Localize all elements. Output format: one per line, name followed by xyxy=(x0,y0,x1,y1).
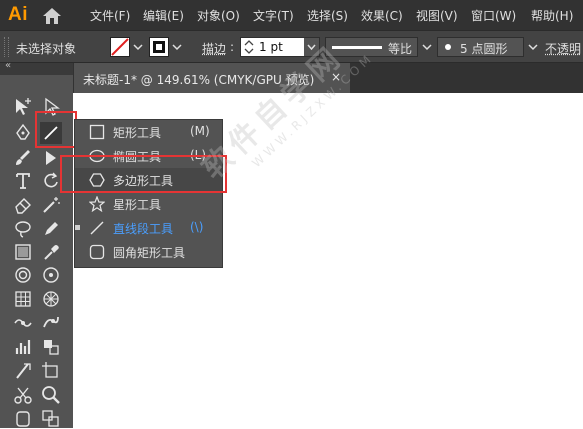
column-graph-tool-icon[interactable] xyxy=(12,336,34,358)
stroke-dropdown-chevron-icon[interactable] xyxy=(170,37,184,57)
slice-tool-icon[interactable] xyxy=(12,360,34,382)
artboard-tool-icon[interactable] xyxy=(40,360,62,382)
fill-dropdown-chevron-icon[interactable] xyxy=(131,37,145,57)
brush-definition-dropdown[interactable]: 5 点圆形 xyxy=(437,37,524,57)
rectangle-icon xyxy=(89,124,105,140)
pencil-tool-icon[interactable] xyxy=(40,218,62,240)
opacity-label[interactable]: 不透明 xyxy=(545,40,581,57)
stepper-icon[interactable] xyxy=(243,39,255,55)
scissors-tool-icon[interactable] xyxy=(12,384,34,406)
menu-file[interactable]: 文件(F) xyxy=(90,7,130,24)
live-paint-bucket-tool-icon[interactable] xyxy=(40,336,62,358)
mesh-tool-icon[interactable] xyxy=(12,288,34,310)
menu-help[interactable]: 帮助(H) xyxy=(531,7,573,24)
puppet-warp-tool-icon[interactable] xyxy=(40,312,62,334)
tool-highlight-box xyxy=(35,111,77,148)
menu-object[interactable]: 对象(O) xyxy=(197,7,240,24)
polygon-highlight-box xyxy=(60,155,227,193)
shaper-tool-icon[interactable] xyxy=(40,147,62,169)
close-icon[interactable]: × xyxy=(331,70,341,84)
pen-tool-icon[interactable] xyxy=(12,122,34,144)
flyout-shortcut: (M) xyxy=(190,124,210,138)
lasso-tool-icon[interactable] xyxy=(12,218,34,240)
rotate-tool-icon[interactable] xyxy=(40,170,62,192)
selection-tool-icon[interactable] xyxy=(12,96,34,118)
menu-view[interactable]: 视图(V) xyxy=(416,7,458,24)
symbol-sprayer-tool-icon[interactable] xyxy=(40,264,62,286)
stroke-colon: : xyxy=(230,40,234,54)
width-tool-icon[interactable] xyxy=(12,312,34,334)
brush-chevron-icon[interactable] xyxy=(526,37,540,57)
line-segment-icon xyxy=(89,220,105,236)
eyedropper-tool-icon[interactable] xyxy=(40,241,62,263)
paintbrush-tool-icon[interactable] xyxy=(12,147,34,169)
profile-chevron-icon[interactable] xyxy=(420,37,434,57)
flyout-item-rectangle[interactable]: 矩形工具 (M) xyxy=(75,120,222,144)
flyout-label: 矩形工具 xyxy=(113,124,161,141)
menu-type[interactable]: 文字(T) xyxy=(253,7,294,24)
profile-line-icon xyxy=(332,46,382,49)
magic-wand-tool-icon[interactable] xyxy=(40,194,62,216)
flyout-label: 直线段工具 xyxy=(113,220,173,237)
stroke-label[interactable]: 描边 xyxy=(202,40,226,57)
menu-select[interactable]: 选择(S) xyxy=(307,7,348,24)
app-logo: Ai xyxy=(8,4,28,26)
stroke-weight-chevron-icon[interactable] xyxy=(304,38,319,56)
menu-window[interactable]: 窗口(W) xyxy=(471,7,516,24)
hand-tool-icon[interactable] xyxy=(12,407,34,429)
profile-label: 等比 xyxy=(388,40,412,57)
active-tool-indicator xyxy=(75,225,80,230)
fill-swatch[interactable] xyxy=(110,37,130,57)
variable-width-profile-dropdown[interactable]: 等比 xyxy=(325,37,418,57)
tools-panel-header[interactable]: « xyxy=(0,63,73,75)
default-colors-icon[interactable] xyxy=(40,407,62,429)
menu-edit[interactable]: 编辑(E) xyxy=(143,7,184,24)
flyout-label: 圆角矩形工具 xyxy=(113,244,185,261)
stroke-weight-field[interactable]: 1 pt xyxy=(240,37,320,57)
flyout-label: 星形工具 xyxy=(113,196,161,213)
eraser-tool-icon[interactable] xyxy=(12,194,34,216)
flyout-item-star[interactable]: 星形工具 xyxy=(75,192,222,216)
flyout-item-line-segment[interactable]: 直线段工具 (\) xyxy=(75,216,222,240)
type-tool-icon[interactable] xyxy=(12,170,34,192)
grip-handle-icon[interactable] xyxy=(4,37,9,57)
zoom-tool-icon[interactable] xyxy=(40,384,62,406)
blend-tool-icon[interactable] xyxy=(12,264,34,286)
collapse-icon[interactable]: « xyxy=(5,60,11,71)
flyout-item-rounded-rectangle[interactable]: 圆角矩形工具 xyxy=(75,240,222,264)
document-tab-title[interactable]: 未标题-1* @ 149.61% (CMYK/GPU 预览) xyxy=(83,71,314,88)
menu-effect[interactable]: 效果(C) xyxy=(361,7,403,24)
control-bar: 未选择对象 描边 : 1 pt 等比 5 点圆形 不透明 xyxy=(0,30,583,63)
menu-bar: Ai 文件(F) 编辑(E) 对象(O) 文字(T) 选择(S) 效果(C) 视… xyxy=(0,0,583,30)
home-icon[interactable] xyxy=(42,7,62,25)
perspective-grid-tool-icon[interactable] xyxy=(40,288,62,310)
brush-label: 5 点圆形 xyxy=(460,40,507,57)
shape-tools-flyout: 矩形工具 (M) 椭圆工具 (L) 多边形工具 星形工具 直线段工具 (\) 圆… xyxy=(74,119,223,268)
rounded-rectangle-icon xyxy=(89,244,105,260)
gradient-tool-icon[interactable] xyxy=(12,241,34,263)
brush-dot-icon xyxy=(445,44,451,50)
star-icon xyxy=(89,196,105,212)
selection-status: 未选择对象 xyxy=(16,40,76,57)
flyout-shortcut: (\) xyxy=(190,220,203,234)
stroke-weight-value[interactable]: 1 pt xyxy=(259,40,283,54)
stroke-swatch[interactable] xyxy=(149,37,169,57)
